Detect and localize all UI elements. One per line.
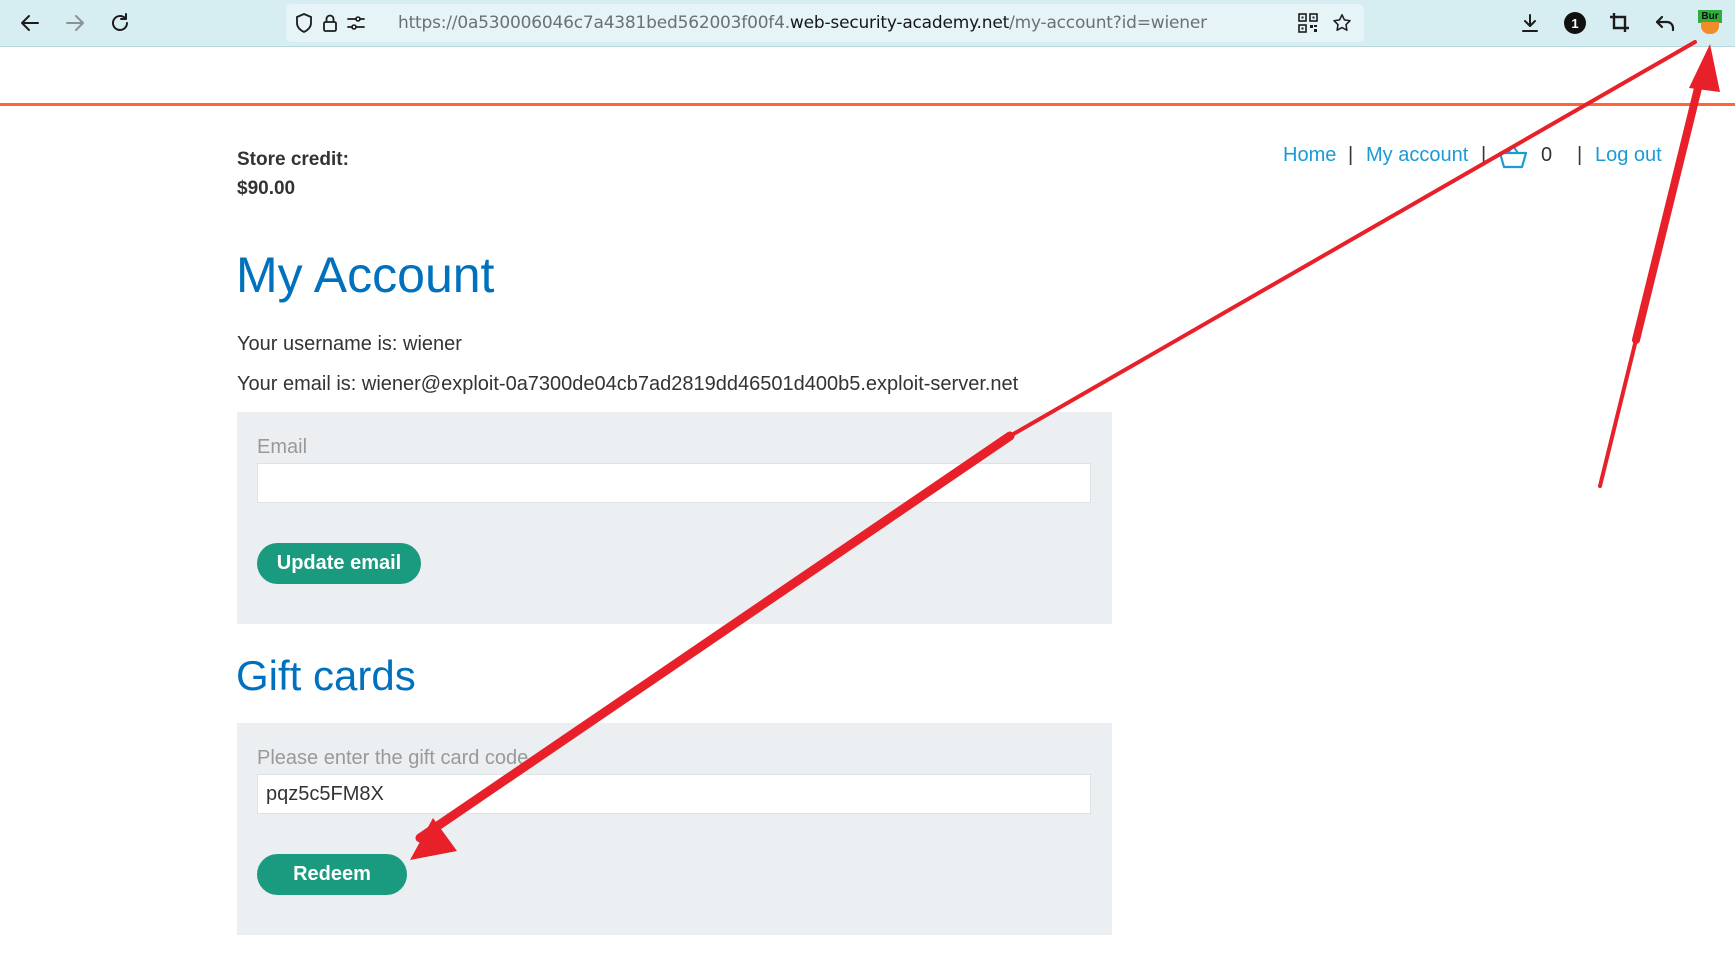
gift-cards-title: Gift cards bbox=[236, 652, 416, 699]
extension-badge[interactable]: 1 bbox=[1562, 10, 1588, 36]
store-credit-value: $90.00 bbox=[237, 178, 296, 199]
email-field-label: Email bbox=[257, 436, 308, 458]
header-rule bbox=[0, 103, 1735, 106]
gift-card-form: Please enter the gift card code Redeem bbox=[237, 723, 1112, 935]
crop-icon[interactable] bbox=[1607, 10, 1633, 36]
nav-separator: | bbox=[1577, 144, 1583, 166]
store-credit: Store credit: $90.00 bbox=[237, 145, 349, 203]
gift-card-code-input[interactable] bbox=[257, 774, 1091, 814]
gift-card-field-label: Please enter the gift card code bbox=[257, 747, 529, 769]
shield-icon[interactable] bbox=[294, 13, 314, 33]
lock-icon[interactable] bbox=[320, 13, 340, 33]
burp-extension-icon[interactable]: Bur bbox=[1697, 10, 1723, 36]
redeem-button[interactable]: Redeem bbox=[257, 854, 407, 895]
annotation-arrow-to-burp bbox=[1598, 44, 1720, 488]
url-text[interactable]: https://0a530006046c7a4381bed562003f00f4… bbox=[398, 13, 1207, 33]
email-field[interactable] bbox=[257, 463, 1091, 503]
nav-home-link[interactable]: Home bbox=[1283, 144, 1336, 167]
burp-cup-shape bbox=[1701, 22, 1719, 34]
address-bar[interactable]: https://0a530006046c7a4381bed562003f00f4… bbox=[286, 4, 1364, 42]
undo-arrow-icon[interactable] bbox=[1652, 10, 1678, 36]
cart-count: 0 bbox=[1541, 144, 1553, 166]
qr-code-icon[interactable] bbox=[1298, 13, 1318, 33]
username-line: Your username is: wiener bbox=[237, 333, 462, 355]
nav-separator: | bbox=[1481, 144, 1487, 166]
forward-arrow-icon[interactable] bbox=[60, 8, 90, 38]
permissions-icon[interactable] bbox=[346, 13, 366, 33]
page-title: My Account bbox=[236, 247, 495, 303]
back-arrow-icon[interactable] bbox=[15, 8, 45, 38]
url-path: /my-account?id=wiener bbox=[1009, 13, 1207, 33]
nav-separator: | bbox=[1348, 144, 1354, 166]
url-prefix: https://0a530006046c7a4381bed562003f00f4… bbox=[398, 13, 790, 33]
nav-my-account-link[interactable]: My account bbox=[1366, 144, 1468, 167]
nav-logout-link[interactable]: Log out bbox=[1595, 144, 1662, 167]
url-host: web-security-academy.net bbox=[789, 13, 1010, 33]
badge-count: 1 bbox=[1564, 12, 1586, 34]
bookmark-star-icon[interactable] bbox=[1332, 13, 1352, 33]
browser-toolbar: https://0a530006046c7a4381bed562003f00f4… bbox=[0, 0, 1735, 47]
store-credit-label: Store credit: bbox=[237, 149, 349, 170]
update-email-button[interactable]: Update email bbox=[257, 543, 421, 584]
cart-basket-icon[interactable] bbox=[1498, 144, 1528, 170]
reload-icon[interactable] bbox=[105, 8, 135, 38]
update-email-form: Email Update email bbox=[237, 412, 1112, 624]
email-line: Your email is: wiener@exploit-0a7300de04… bbox=[237, 373, 1019, 395]
download-icon[interactable] bbox=[1517, 10, 1543, 36]
